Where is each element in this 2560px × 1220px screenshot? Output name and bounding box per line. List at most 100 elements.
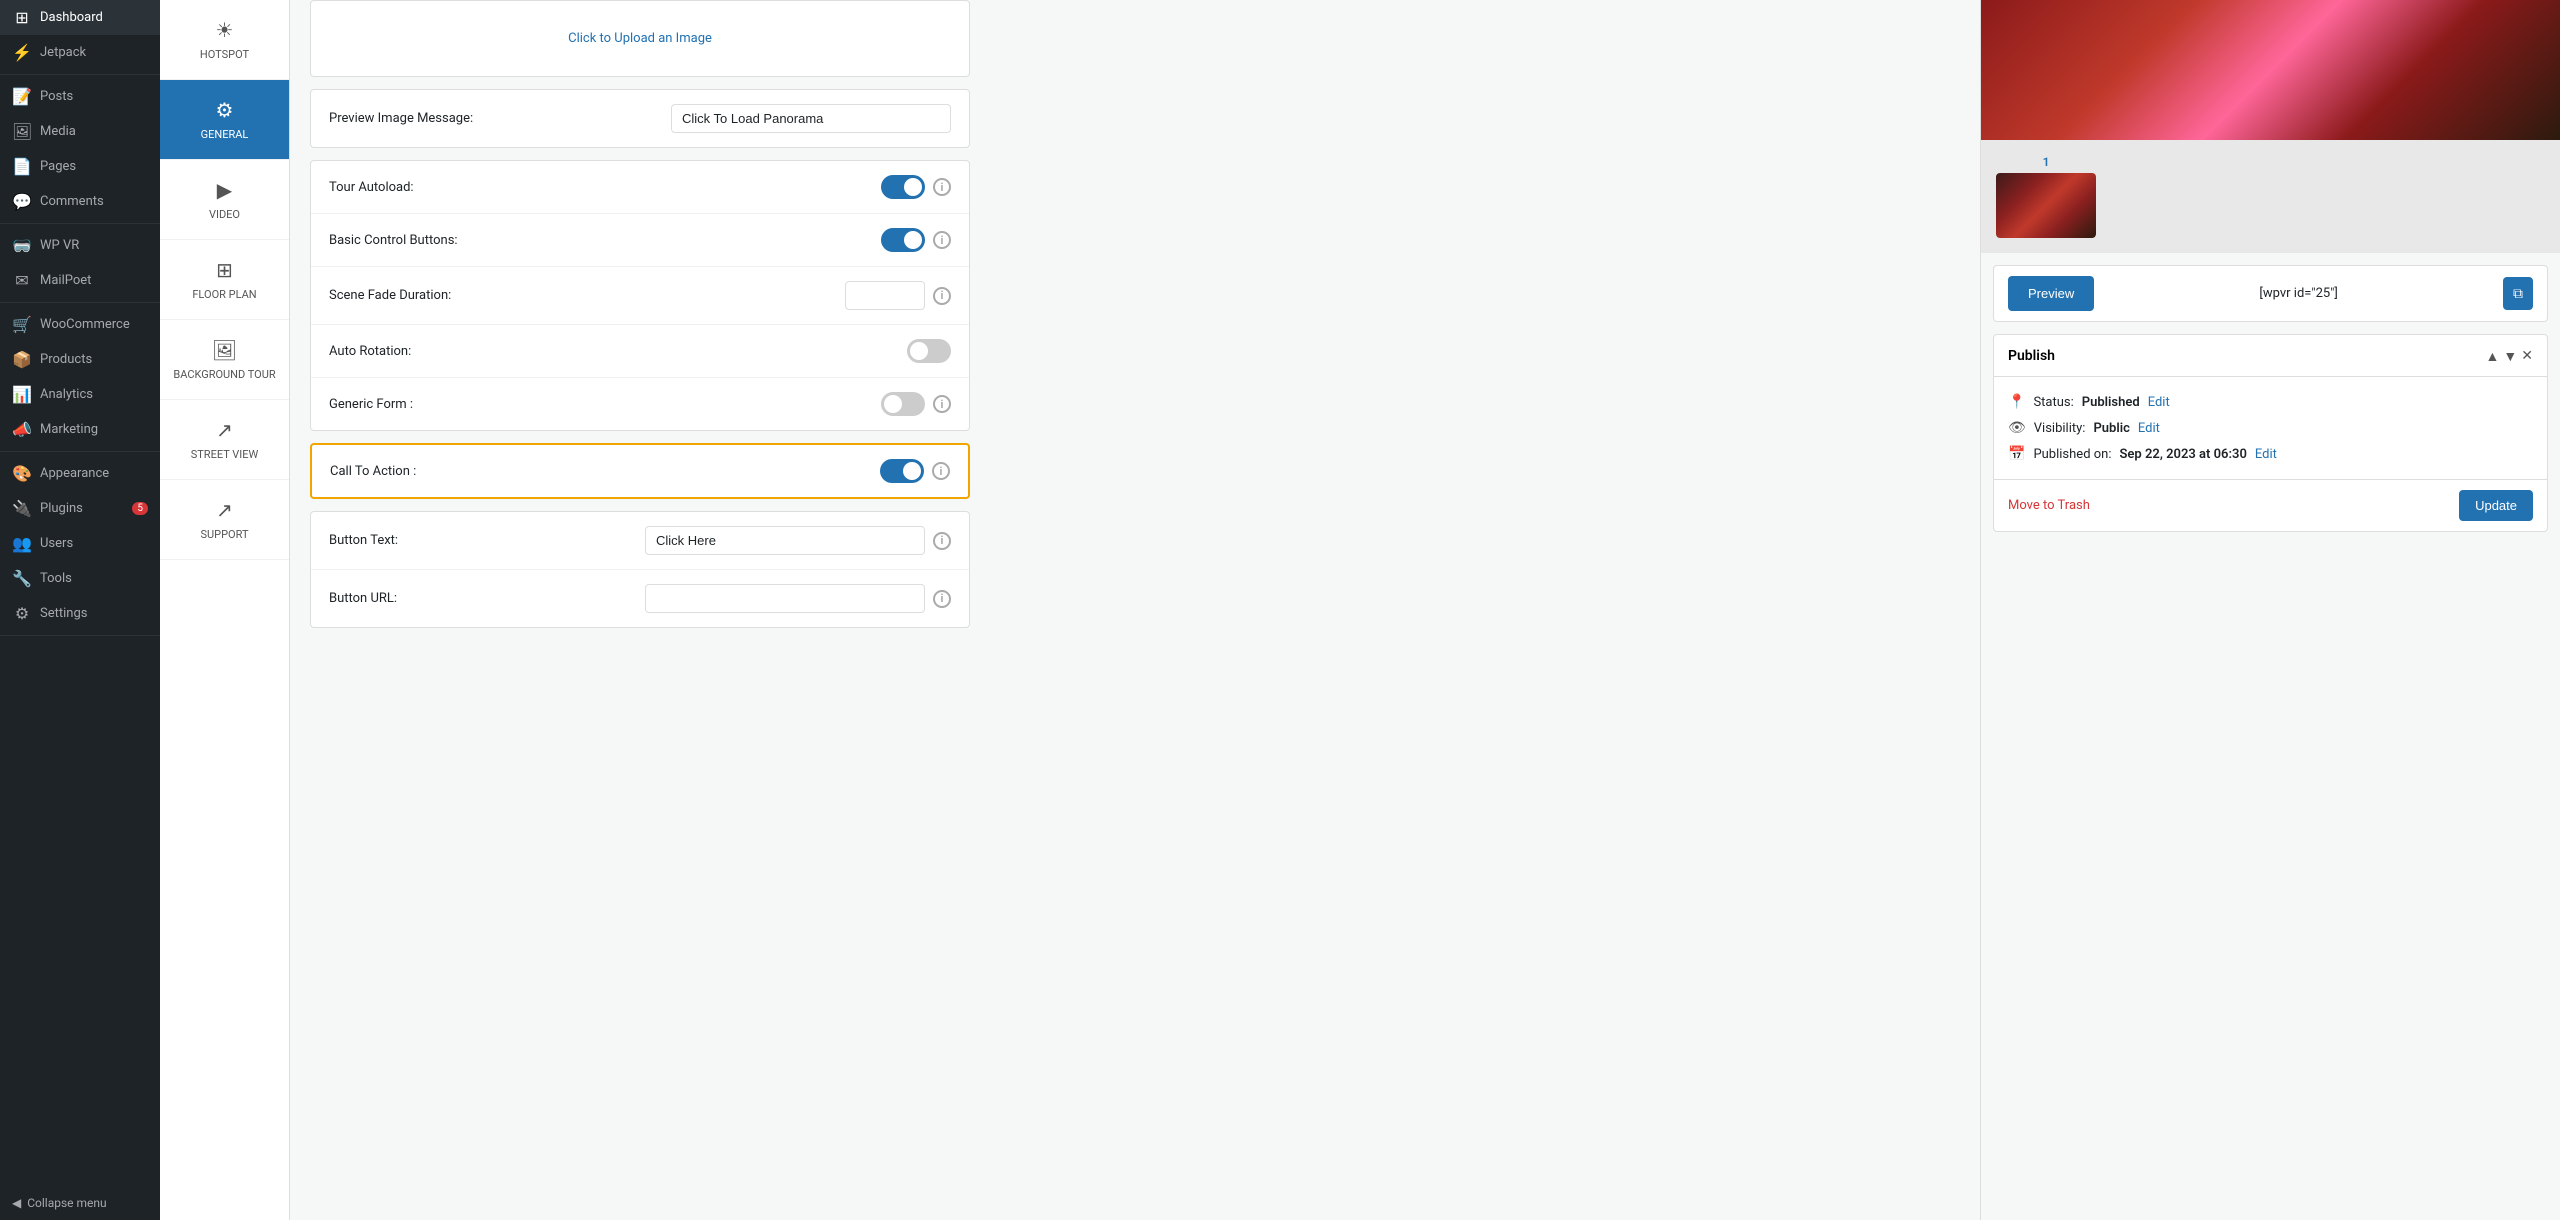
sub-item-street-view[interactable]: ↗ STREET VIEW xyxy=(160,400,289,480)
sidebar-item-mailpoet[interactable]: ✉ MailPoet xyxy=(0,263,160,298)
sidebar-item-plugins[interactable]: 🔌 Plugins 5 xyxy=(0,491,160,526)
upload-area[interactable]: Click to Upload an Image xyxy=(310,0,970,77)
tour-autoload-label: Tour Autoload: xyxy=(329,180,414,195)
call-to-action-info[interactable]: i xyxy=(932,462,950,480)
button-url-info[interactable]: i xyxy=(933,590,951,608)
button-url-label: Button URL: xyxy=(329,591,397,606)
collapse-menu-button[interactable]: ◀ Collapse menu xyxy=(0,1186,160,1220)
generic-form-toggle[interactable] xyxy=(881,392,925,416)
basic-control-buttons-row: Basic Control Buttons: i xyxy=(311,214,969,267)
call-to-action-toggle[interactable] xyxy=(880,459,924,483)
sub-item-floor-plan[interactable]: ⊞ FLOOR PLAN xyxy=(160,240,289,320)
basic-control-buttons-info[interactable]: i xyxy=(933,231,951,249)
copy-shortcode-button[interactable]: ⧉ xyxy=(2503,277,2533,310)
visibility-label: Visibility: xyxy=(2034,421,2086,436)
publish-footer: Move to Trash Update xyxy=(1994,479,2547,531)
publish-body: 📍 Status: Published Edit 👁 Visibility: P… xyxy=(1994,377,2547,479)
mailpoet-icon: ✉ xyxy=(12,271,32,290)
media-icon: 🖼 xyxy=(12,122,32,141)
status-edit-link[interactable]: Edit xyxy=(2148,395,2170,410)
visibility-edit-link[interactable]: Edit xyxy=(2138,421,2160,436)
sidebar-item-wp-vr[interactable]: 🥽 WP VR xyxy=(0,228,160,263)
sidebar-item-marketing[interactable]: 📣 Marketing xyxy=(0,412,160,447)
sidebar-item-posts[interactable]: 📝 Posts xyxy=(0,79,160,114)
sidebar-item-users[interactable]: 👥 Users xyxy=(0,526,160,561)
preview-image-message-row: Preview Image Message: xyxy=(311,90,969,147)
button-url-row: Button URL: i xyxy=(311,570,969,627)
shortcode-display: [wpvr id="25"] xyxy=(2259,286,2337,301)
call-to-action-row: Call To Action : i xyxy=(312,445,968,497)
sub-item-support[interactable]: ↗ SUPPORT xyxy=(160,480,289,560)
status-value: Published xyxy=(2082,395,2140,410)
button-text-row: Button Text: i xyxy=(311,512,969,570)
sidebar-item-dashboard[interactable]: ⊞ Dashboard xyxy=(0,0,160,35)
generic-form-info[interactable]: i xyxy=(933,395,951,413)
preview-image-message-input[interactable] xyxy=(671,104,951,133)
sidebar-item-label: Tools xyxy=(40,571,72,586)
basic-control-buttons-control: i xyxy=(881,228,951,252)
sub-item-label: STREET VIEW xyxy=(191,448,259,461)
sub-item-label: BACKGROUND TOUR xyxy=(173,368,275,381)
button-text-info[interactable]: i xyxy=(933,532,951,550)
tour-autoload-slider xyxy=(881,175,925,199)
scene-thumbnail[interactable] xyxy=(1996,173,2096,238)
sidebar-divider xyxy=(0,74,160,75)
sidebar-item-comments[interactable]: 💬 Comments xyxy=(0,184,160,219)
tour-autoload-control: i xyxy=(881,175,951,199)
generic-form-control: i xyxy=(881,392,951,416)
sidebar-item-label: Dashboard xyxy=(40,10,103,25)
scene-fade-duration-info[interactable]: i xyxy=(933,287,951,305)
publish-visibility-row: 👁 Visibility: Public Edit xyxy=(2008,415,2533,441)
button-text-input[interactable] xyxy=(645,526,925,555)
move-to-trash-link[interactable]: Move to Trash xyxy=(2008,498,2090,513)
sidebar-item-products[interactable]: 📦 Products xyxy=(0,342,160,377)
call-to-action-label: Call To Action : xyxy=(330,464,416,479)
auto-rotation-control xyxy=(907,339,951,363)
sub-item-hotspot[interactable]: ☀ HOTSPOT xyxy=(160,0,289,80)
sidebar-item-label: Users xyxy=(40,536,73,551)
sidebar-item-label: Media xyxy=(40,124,76,139)
sidebar-item-settings[interactable]: ⚙ Settings xyxy=(0,596,160,631)
button-text-label: Button Text: xyxy=(329,533,398,548)
button-url-input[interactable] xyxy=(645,584,925,613)
right-panel: 1 Preview [wpvr id="25"] ⧉ Publish ▲ ▼ ✕ xyxy=(1980,0,2560,1220)
publish-collapse-btn[interactable]: ▲ xyxy=(2486,347,2500,364)
sub-item-general[interactable]: ⚙ GENERAL xyxy=(160,80,289,160)
sub-item-video[interactable]: ▶ VIDEO xyxy=(160,160,289,240)
call-to-action-wrapper: ➜ Call To Action : i xyxy=(310,443,970,499)
upload-label: Click to Upload an Image xyxy=(568,31,712,46)
publish-close-btn[interactable]: ✕ xyxy=(2521,347,2533,364)
sidebar-item-label: Pages xyxy=(40,159,76,174)
basic-control-buttons-toggle[interactable] xyxy=(881,228,925,252)
call-to-action-slider xyxy=(880,459,924,483)
sidebar-item-jetpack[interactable]: ⚡ Jetpack xyxy=(0,35,160,70)
collapse-label: Collapse menu xyxy=(27,1196,106,1210)
sidebar-item-woocommerce[interactable]: 🛒 WooCommerce xyxy=(0,307,160,342)
floor-plan-icon: ⊞ xyxy=(216,258,233,282)
button-url-control: i xyxy=(645,584,951,613)
plugins-icon: 🔌 xyxy=(12,499,32,518)
auto-rotation-toggle[interactable] xyxy=(907,339,951,363)
tools-icon: 🔧 xyxy=(12,569,32,588)
jetpack-icon: ⚡ xyxy=(12,43,32,62)
street-view-icon: ↗ xyxy=(216,418,233,442)
sidebar-item-pages[interactable]: 📄 Pages xyxy=(0,149,160,184)
sub-item-label: HOTSPOT xyxy=(200,48,249,61)
basic-control-buttons-slider xyxy=(881,228,925,252)
products-icon: 📦 xyxy=(12,350,32,369)
published-edit-link[interactable]: Edit xyxy=(2255,447,2277,462)
publish-expand-btn[interactable]: ▼ xyxy=(2503,347,2517,364)
sidebar-item-tools[interactable]: 🔧 Tools xyxy=(0,561,160,596)
sidebar-item-label: Comments xyxy=(40,194,104,209)
preview-button[interactable]: Preview xyxy=(2008,276,2094,311)
sidebar-item-media[interactable]: 🖼 Media xyxy=(0,114,160,149)
status-icon: 📍 xyxy=(2008,394,2025,410)
sidebar-item-label: Analytics xyxy=(40,387,93,402)
update-button[interactable]: Update xyxy=(2459,490,2533,521)
tour-autoload-info[interactable]: i xyxy=(933,178,951,196)
sidebar-item-analytics[interactable]: 📊 Analytics xyxy=(0,377,160,412)
sidebar-item-appearance[interactable]: 🎨 Appearance xyxy=(0,456,160,491)
scene-fade-duration-input[interactable] xyxy=(845,281,925,310)
tour-autoload-toggle[interactable] xyxy=(881,175,925,199)
sub-item-background-tour[interactable]: 🖼 BACKGROUND TOUR xyxy=(160,320,289,400)
